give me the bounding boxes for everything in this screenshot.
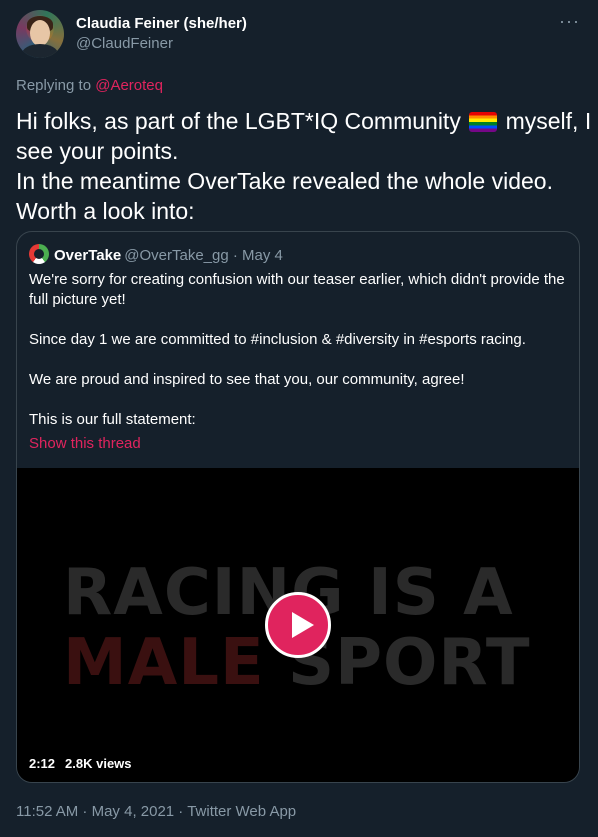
video-stats: 2:12 2.8K views xyxy=(29,756,142,771)
tweet-timestamp[interactable]: 11:52 AM · May 4, 2021 · Twitter Web App xyxy=(16,803,296,820)
tweet-text: Hi folks, as part of the LGBT*IQ Communi… xyxy=(16,106,591,226)
tweet-header: Claudia Feiner (she/her) @ClaudFeiner ··… xyxy=(16,10,582,62)
quoted-tweet-header: OverTake @OverTake_gg · May 4 xyxy=(29,244,283,266)
video-views: 2.8K views xyxy=(65,756,132,771)
replying-prefix: Replying to xyxy=(16,77,96,94)
tweet-line-2: see your points. xyxy=(16,138,179,164)
video-duration: 2:12 xyxy=(29,756,56,771)
more-options-icon[interactable]: ··· xyxy=(559,12,580,30)
reply-mention-link[interactable]: @Aeroteq xyxy=(95,77,163,94)
avatar[interactable] xyxy=(16,10,64,58)
author-handle[interactable]: @ClaudFeiner xyxy=(76,35,173,52)
video-player[interactable]: RACING IS A MALE SPORT 2:12 2.8K views xyxy=(17,468,579,782)
tweet-line-1: Hi folks, as part of the LGBT*IQ Communi… xyxy=(16,106,591,136)
overtake-logo-icon xyxy=(29,244,49,264)
quoted-paragraph-4: This is our full statement: xyxy=(29,411,196,428)
quoted-author-name: OverTake xyxy=(54,247,122,264)
video-frame-text-male: MALE xyxy=(63,626,265,700)
tweet-line-4: Worth a look into: xyxy=(16,198,195,224)
quoted-author-handle: @OverTake_gg · May 4 xyxy=(124,247,283,264)
quoted-paragraph-2: Since day 1 we are committed to #inclusi… xyxy=(29,331,526,348)
tweet-line-1-end: myself, I xyxy=(499,108,592,134)
show-thread-link[interactable]: Show this thread xyxy=(29,434,565,454)
quoted-tweet-body: We're sorry for creating confusion with … xyxy=(29,270,565,454)
author-name[interactable]: Claudia Feiner (she/her) xyxy=(76,15,247,32)
quoted-tweet[interactable]: OverTake @OverTake_gg · May 4 We're sorry… xyxy=(16,231,580,783)
play-button-icon[interactable] xyxy=(265,592,331,658)
replying-to: Replying to @Aeroteq xyxy=(16,77,163,94)
rainbow-flag-icon xyxy=(469,112,498,132)
quoted-paragraph-3: We are proud and inspired to see that yo… xyxy=(29,371,465,388)
quoted-paragraph-1: We're sorry for creating confusion with … xyxy=(29,271,565,308)
tweet-line-3: In the meantime OverTake revealed the wh… xyxy=(16,168,553,194)
avatar-face xyxy=(30,20,50,46)
avatar-body xyxy=(22,44,58,58)
tweet-line-1-start: Hi folks, as part of the LGBT*IQ Communi… xyxy=(16,108,468,134)
